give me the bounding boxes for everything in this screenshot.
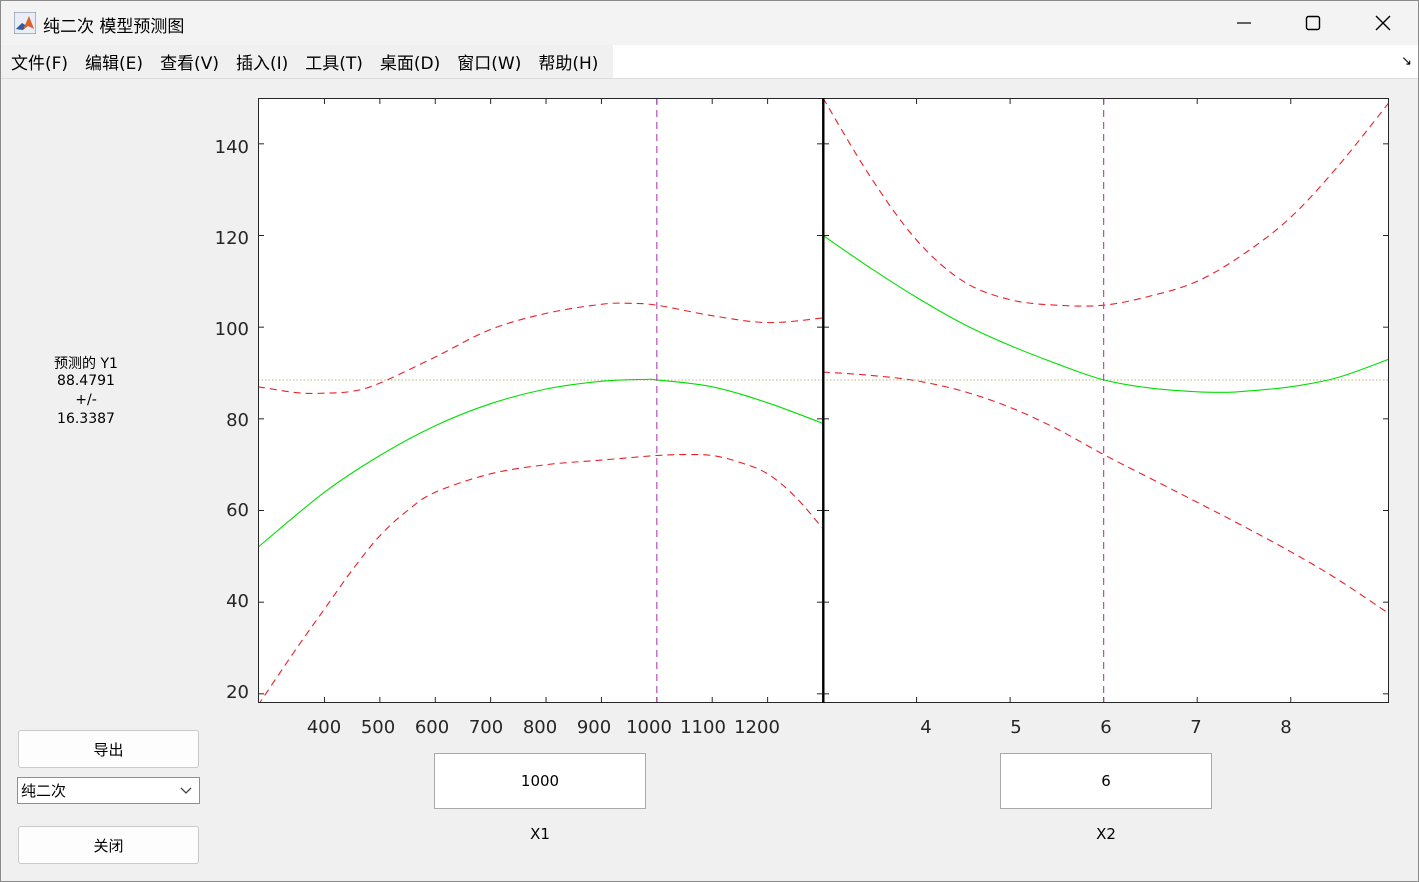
x1-tick-label: 800 bbox=[522, 717, 558, 738]
x2-axis-label: X2 bbox=[1096, 825, 1116, 843]
x1-panel[interactable] bbox=[258, 98, 823, 705]
model-type-select[interactable]: 纯二次 bbox=[17, 777, 200, 804]
x1-tick-label: 600 bbox=[414, 717, 450, 738]
y-tick-label: 100 bbox=[214, 319, 249, 340]
model-type-value: 纯二次 bbox=[21, 782, 67, 800]
x1-tick-label: 400 bbox=[306, 717, 342, 738]
y-tick-label: 80 bbox=[226, 410, 249, 431]
x1-tick-label: 1100 bbox=[680, 717, 726, 738]
y-tick-label: 40 bbox=[226, 591, 249, 612]
x2-tick-label: 6 bbox=[1100, 717, 1112, 738]
y-tick-label: 60 bbox=[226, 500, 249, 521]
x1-value-input[interactable]: 1000 bbox=[434, 753, 646, 809]
x2-tick-label: 7 bbox=[1190, 717, 1202, 738]
x2-tick-label: 5 bbox=[1010, 717, 1022, 738]
export-button[interactable]: 导出 bbox=[18, 730, 199, 768]
prediction-plot-window: 纯二次 模型预测图 文件(F) 编辑(E) 查看(V) 插入(I) 工具(T) … bbox=[0, 0, 1419, 882]
x2-tick-label: 4 bbox=[920, 717, 932, 738]
x1-axis-label: X1 bbox=[530, 825, 550, 843]
x1-tick-label: 1000 bbox=[626, 717, 672, 738]
axes-background bbox=[823, 98, 1389, 703]
plot-area bbox=[258, 98, 1389, 705]
y-tick-label: 120 bbox=[214, 228, 249, 249]
close-button[interactable]: 关闭 bbox=[18, 826, 199, 864]
axes-background bbox=[258, 98, 823, 703]
x1-tick-label: 700 bbox=[468, 717, 504, 738]
x2-value-input[interactable]: 6 bbox=[1000, 753, 1212, 809]
x1-tick-label: 500 bbox=[360, 717, 396, 738]
x2-panel[interactable] bbox=[823, 98, 1389, 703]
chevron-down-icon bbox=[180, 787, 192, 794]
y-tick-label: 140 bbox=[214, 137, 249, 158]
y-tick-label: 20 bbox=[226, 682, 249, 703]
x1-tick-label: 1200 bbox=[734, 717, 780, 738]
x2-tick-label: 8 bbox=[1280, 717, 1292, 738]
x1-tick-label: 900 bbox=[576, 717, 612, 738]
